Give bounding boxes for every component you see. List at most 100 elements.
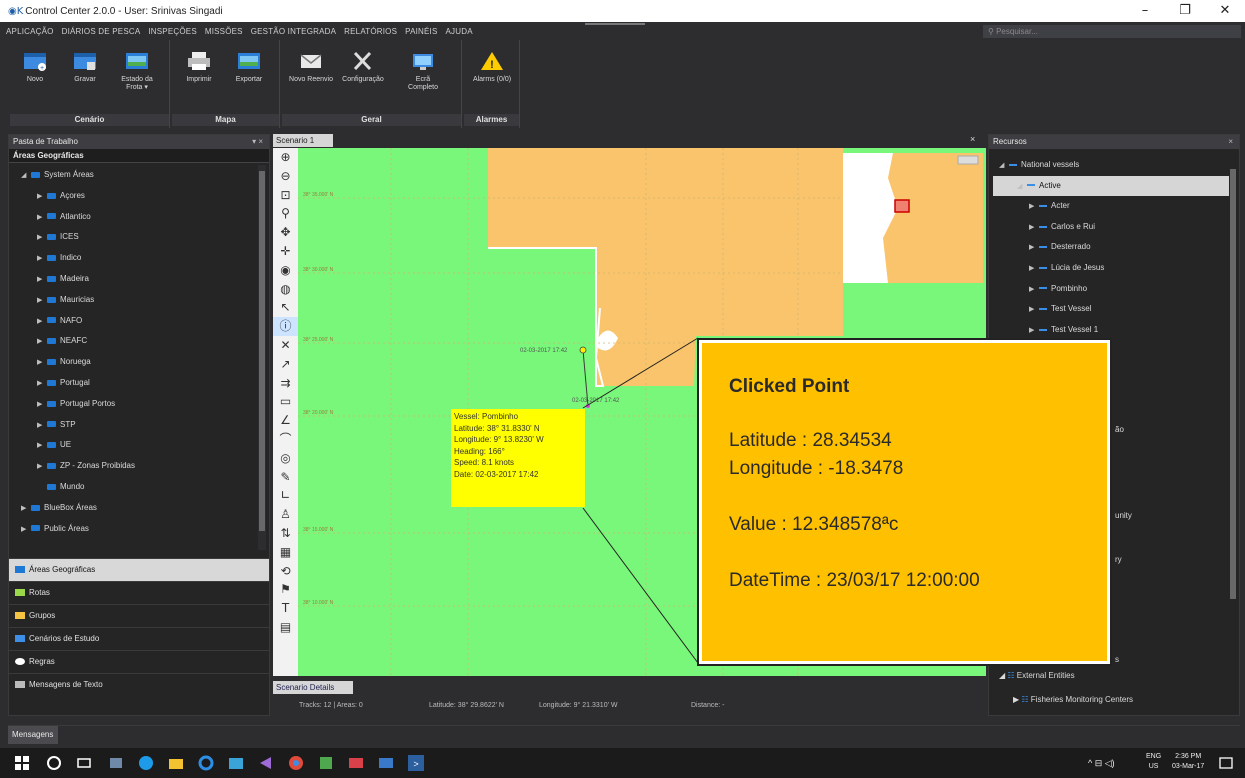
maximize-icon[interactable]: ❐ [1165,0,1205,22]
menu-inspecoes[interactable]: INSPEÇÕES [148,27,196,36]
ecra-completo-button[interactable]: Ecrã Completo [400,50,446,92]
tree-item-nafo[interactable]: ▶ NAFO [9,311,269,332]
app-icon[interactable] [228,755,244,771]
exportar-button[interactable]: Exportar [226,50,272,84]
tree-item-fisheries-centers[interactable]: ▶ ☷ Fisheries Monitoring Centers [1013,695,1133,704]
tree-item-portugal[interactable]: ▶ Portugal [9,373,269,394]
nav-tab-areas[interactable]: Áreas Geográficas [9,558,269,581]
notifications-icon[interactable] [1218,755,1234,771]
tree-item-vessel[interactable]: ▶ Pombinho [989,279,1229,300]
route-icon[interactable]: ↗ [273,355,298,374]
menu-relatorios[interactable]: RELATÓRIOS [344,27,397,36]
minimize-icon[interactable]: – [1125,0,1165,22]
configuracao-button[interactable]: Configuração [340,50,386,84]
tree-item-zp[interactable]: ▶ ZP - Zonas Proibidas [9,456,269,477]
globe-icon[interactable]: ◉ [273,261,298,280]
target-icon[interactable]: ◎ [273,449,298,468]
scrollbar-thumb[interactable] [1230,169,1236,599]
powershell-icon[interactable]: > [408,755,424,771]
skype-icon[interactable] [138,755,154,771]
gravar-button[interactable]: Gravar [62,50,108,84]
chrome-icon[interactable] [288,755,304,771]
layers-icon[interactable]: ▦ [273,543,298,562]
info-icon[interactable]: ⓘ [273,317,298,336]
center-icon[interactable]: ✛ [273,242,298,261]
tree-item-vessel[interactable]: ▶ Carlos e Rui [989,217,1229,238]
visual-studio-icon[interactable] [258,755,274,771]
menu-missoes[interactable]: MISSÕES [205,27,243,36]
tree-item-active[interactable]: ◢ Active [993,175,1229,197]
more-icon[interactable]: ▤ [273,618,298,637]
app-icon[interactable] [108,755,124,771]
tree-item-ue[interactable]: ▶ UE [9,435,269,456]
edge-icon[interactable] [198,755,214,771]
text-tool-icon[interactable]: T [273,599,298,618]
tray-icons[interactable]: ^ ⊟ ◁) [1088,758,1115,768]
menu-paineis[interactable]: PAINÉIS [405,27,437,36]
app-icon[interactable] [378,755,394,771]
close-icon[interactable]: ✕ [1205,0,1245,22]
task-view-icon[interactable] [76,755,92,771]
novo-button[interactable]: + Novo [12,50,58,84]
range-icon[interactable]: ⌒ [273,430,298,449]
messages-tab[interactable]: Mensagens [8,726,58,744]
alarms-button[interactable]: ! Alarms (0/0) [469,50,515,84]
flag-icon[interactable]: ⚑ [273,580,298,599]
language-indicator[interactable]: ENG US [1146,752,1161,772]
close-resources-icon[interactable]: × [1228,135,1233,149]
pen-icon[interactable]: ✎ [273,468,298,487]
app-icon[interactable] [318,755,334,771]
tree-item-atlantico[interactable]: ▶ Atlantico [9,207,269,228]
tree-item-stp[interactable]: ▶ STP [9,415,269,436]
menu-ajuda[interactable]: AJUDA [446,27,473,36]
tree-item-public-areas[interactable]: ▶ Public Áreas [9,519,269,540]
tab-scenario-1[interactable]: Scenario 1 [273,134,333,147]
zoom-out-icon[interactable]: ⊖ [273,167,298,186]
drag-grip[interactable] [585,23,645,27]
tree-item-mundo[interactable]: Mundo [9,477,269,498]
close-scenario-icon[interactable]: × [970,134,975,144]
tree-item-noruega[interactable]: ▶ Noruega [9,352,269,373]
tree-item-system-areas[interactable]: ◢ System Áreas [9,165,269,186]
line-icon[interactable]: ∟ [273,486,298,505]
tree-item-vessel[interactable]: ▶ Desterrado [989,237,1229,258]
file-explorer-icon[interactable] [168,755,184,771]
panel-tools-icon[interactable]: ▾ × [252,135,263,149]
tree-item-national-vessels[interactable]: ◢ National vessels [989,155,1229,176]
rectangle-icon[interactable]: ▭ [273,392,298,411]
nav-tab-grupos[interactable]: Grupos [9,604,269,627]
tree-item-neafc[interactable]: ▶ NEAFC [9,331,269,352]
select-icon[interactable]: ↖ [273,298,298,317]
nav-tab-cenarios[interactable]: Cenários de Estudo [9,627,269,650]
nav-tab-regras[interactable]: Regras [9,650,269,673]
resources-scrollbar[interactable] [1229,155,1237,615]
tree-item-indico[interactable]: ▶ Indico [9,248,269,269]
menu-aplicacao[interactable]: APLICAÇÃO [6,27,54,36]
tree-item-acores[interactable]: ▶ Açores [9,186,269,207]
pan-icon[interactable]: ✥ [273,223,298,242]
clock[interactable]: 2:36 PM 03-Mar-17 [1172,752,1204,772]
tree-item-vessel[interactable]: ▶ Test Vessel [989,299,1229,320]
tree-scrollbar[interactable] [258,165,266,550]
measure-icon[interactable]: ⇉ [273,374,298,393]
tab-scenario-details[interactable]: Scenario Details [273,681,353,694]
scrollbar-thumb[interactable] [259,171,265,531]
windows-start-icon[interactable] [14,755,30,771]
tree-item-ices[interactable]: ▶ ICES [9,227,269,248]
tree-item-vessel[interactable]: ▶ Acter [989,196,1229,217]
tree-item-bluebox-areas[interactable]: ▶ BlueBox Áreas [9,498,269,519]
nav-tab-rotas[interactable]: Rotas [9,581,269,604]
novo-reenvio-button[interactable]: Novo Reenvio [288,50,334,84]
menu-gestao[interactable]: GESTÃO INTEGRADA [251,27,336,36]
person-icon[interactable]: ♙ [273,505,298,524]
tree-item-portugal-portos[interactable]: ▶ Portugal Portos [9,394,269,415]
search-input[interactable]: ⚲ Pesquisar... [983,25,1241,38]
world-icon[interactable]: ◍ [273,280,298,299]
nav-tab-mensagens[interactable]: Mensagens de Texto [9,673,269,696]
tree-item-vessel[interactable]: ▶ Lúcia de Jesus [989,258,1229,279]
zoom-box-icon[interactable]: ⊡ [273,186,298,205]
app-icon[interactable] [348,755,364,771]
magnify-icon[interactable]: ⚲ [273,204,298,223]
zoom-in-icon[interactable]: ⊕ [273,148,298,167]
tree-item-external-entities[interactable]: ◢ ☷ External Entities [999,671,1075,680]
